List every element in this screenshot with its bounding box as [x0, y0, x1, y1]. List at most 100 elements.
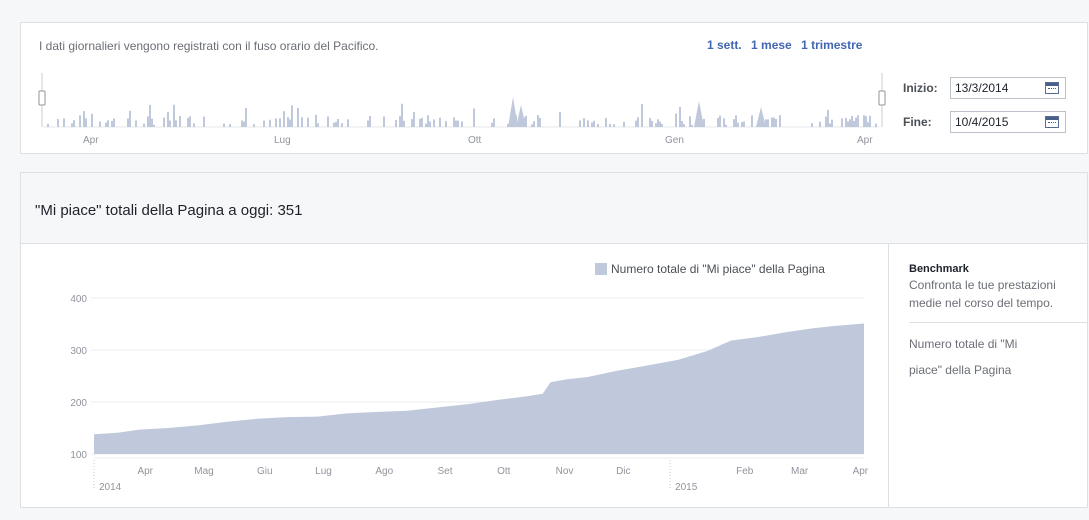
legend-swatch: [595, 263, 607, 275]
overview-bar: [333, 122, 335, 127]
likes-area-series: [94, 323, 864, 454]
overview-bar: [751, 115, 753, 127]
overview-month-label: Apr: [83, 135, 99, 146]
start-date-field[interactable]: 13/3/2014: [950, 77, 1066, 99]
overview-bar: [537, 114, 539, 127]
overview-bar: [307, 117, 309, 127]
overview-bar: [297, 107, 299, 127]
overview-bar: [635, 120, 637, 127]
y-tick-label: 400: [70, 294, 87, 305]
range-handle-end[interactable]: [878, 90, 886, 106]
overview-bar: [851, 115, 853, 127]
benchmark-metric-link[interactable]: Numero totale di "Mi piace" della Pagina: [909, 331, 1070, 383]
overview-bar: [193, 123, 195, 127]
overview-bar: [741, 122, 743, 127]
overview-bar: [395, 120, 397, 127]
end-date-value: 10/4/2015: [955, 115, 1009, 129]
overview-bar: [865, 116, 867, 127]
overview-bar: [421, 117, 423, 127]
overview-bar: [203, 116, 205, 127]
overview-bar: [811, 123, 813, 127]
overview-bar: [369, 115, 371, 127]
overview-bar: [539, 117, 541, 127]
overview-bar: [637, 117, 639, 127]
overview-bar: [743, 121, 745, 127]
overview-bar: [73, 120, 75, 127]
calendar-icon[interactable]: [1045, 82, 1059, 94]
overview-bar: [147, 116, 149, 127]
overview-bar: [717, 117, 719, 127]
year-label: 2014: [99, 482, 122, 493]
overview-bar: [661, 124, 663, 127]
overview-bar: [723, 118, 725, 127]
x-tick-label: Nov: [556, 466, 574, 477]
overview-bar: [825, 116, 827, 127]
x-tick-label: Apr: [137, 466, 153, 477]
overview-bar: [179, 116, 181, 127]
x-tick-label: Set: [437, 466, 452, 477]
overview-bar: [445, 121, 447, 127]
overview-bar: [315, 114, 317, 127]
overview-bar: [383, 116, 385, 127]
overview-bar: [105, 122, 107, 127]
overview-bar: [433, 119, 435, 127]
x-tick-label: Ago: [375, 466, 393, 477]
overview-bar: [605, 118, 607, 127]
overview-bar: [841, 118, 843, 127]
overview-month-label: Lug: [274, 135, 291, 146]
overview-bar: [367, 120, 369, 127]
overview-bar: [327, 116, 329, 127]
overview-bar: [269, 119, 271, 127]
overview-bar: [579, 120, 581, 127]
overview-bar: [733, 119, 735, 127]
overview-bar: [85, 118, 87, 127]
overview-bar: [719, 115, 721, 127]
overview-bar: [455, 120, 457, 127]
overview-bar: [263, 120, 265, 127]
metric-title: "Mi piace" totali della Pagina a oggi: 3…: [35, 202, 303, 219]
overview-bar: [587, 120, 589, 127]
start-date-value: 13/3/2014: [955, 81, 1009, 95]
overview-bar: [413, 112, 415, 127]
overview-month-label: Apr: [857, 135, 873, 146]
benchmark-metric-line-1: Numero totale di "Mi: [909, 337, 1018, 351]
overview-timeline[interactable]: Apr Lug Ott Gen Apr: [21, 23, 891, 155]
calendar-icon[interactable]: [1045, 116, 1059, 128]
overview-bar: [243, 121, 245, 127]
overview-bar: [683, 124, 685, 127]
overview-bar: [679, 106, 681, 127]
x-tick-label: Dic: [616, 466, 630, 477]
overview-bar: [57, 119, 59, 127]
overview-peak: [516, 105, 526, 127]
metric-header: "Mi piace" totali della Pagina a oggi: 3…: [21, 173, 1087, 244]
overview-bar: [335, 121, 337, 127]
overview-bar: [559, 112, 561, 127]
overview-bar: [317, 123, 319, 127]
benchmark-title: Benchmark: [909, 263, 969, 275]
likes-area-chart[interactable]: 100 200 300 400 Apr Mag Giu Lug Ago Set Ott Nov Dic F…: [21, 243, 887, 508]
overview-bar: [167, 111, 169, 127]
overview-bar: [691, 124, 693, 127]
overview-bar: [347, 119, 349, 127]
overview-bar: [737, 122, 739, 127]
overview-bar: [849, 119, 851, 127]
overview-bar: [531, 124, 533, 127]
overview-bar: [91, 113, 93, 127]
overview-bar: [597, 123, 599, 127]
overview-bar: [651, 120, 653, 127]
range-handle-start[interactable]: [38, 90, 46, 106]
overview-bar: [223, 123, 225, 127]
overview-bar: [401, 103, 403, 127]
overview-bar: [659, 121, 661, 127]
end-date-field[interactable]: 10/4/2015: [950, 111, 1066, 133]
overview-bar: [457, 120, 459, 127]
overview-bar: [771, 117, 773, 127]
overview-bar: [735, 115, 737, 127]
overview-bar: [829, 123, 831, 127]
overview-bar: [47, 123, 49, 127]
overview-bar: [845, 117, 847, 127]
overview-bar: [337, 119, 339, 127]
y-tick-label: 100: [70, 450, 87, 461]
overview-bar: [283, 111, 285, 127]
overview-bar: [287, 117, 289, 127]
